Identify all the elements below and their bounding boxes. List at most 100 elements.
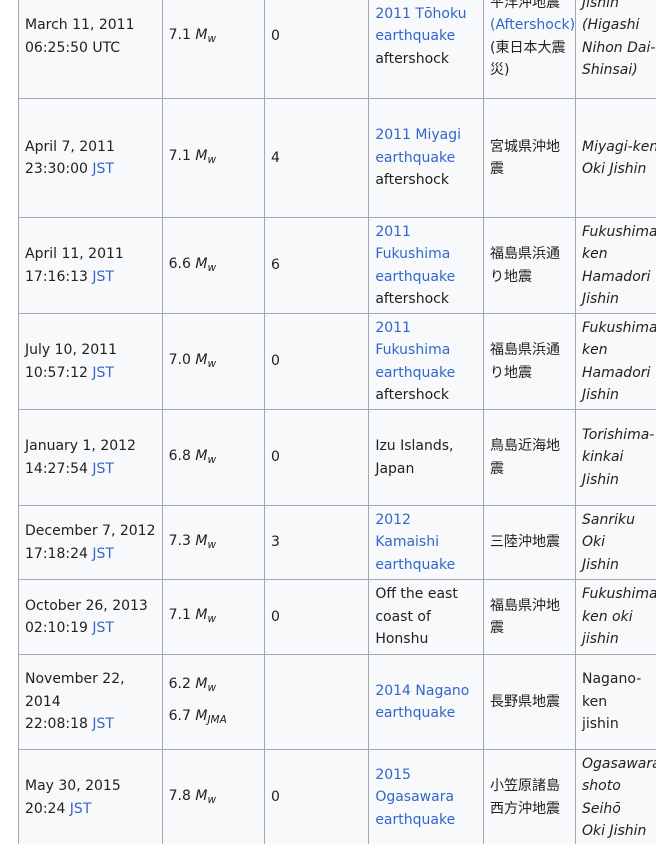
deaths-value: 6 — [270, 257, 280, 274]
deaths-cell: 0 — [263, 579, 370, 655]
magnitude-scale: w — [207, 538, 217, 551]
event-text: Japan — [375, 460, 415, 477]
magnitude-value: 7.3 Mw — [169, 527, 258, 559]
event-link[interactable]: earthquake — [375, 702, 477, 724]
event-link[interactable]: 2011 — [375, 221, 477, 243]
event-cell: 2011 Tōhoku earthquake aftershock — [368, 0, 485, 99]
romaji-text: Nagano-ken — [581, 671, 642, 710]
event-link[interactable]: 2011 Tōhoku — [375, 3, 477, 25]
table-row: November 22, 2014 22:08:18 JST 6.2 Mw 6.7 M… — [18, 654, 656, 750]
deaths-value: 0 — [270, 28, 280, 45]
deaths-cell: 0 — [263, 409, 370, 506]
time-text: 17:16:13 — [25, 268, 93, 285]
romaji-cell: Torishima-kinkai Jishin — [574, 409, 656, 506]
table-row: October 26, 2013 02:10:19 JST 7.1 Mw 0 Off t… — [18, 579, 656, 655]
time-text: 10:57:12 — [25, 364, 93, 381]
japanese-text: り地震 — [490, 268, 533, 285]
romaji-text: Ogasawara- — [581, 755, 656, 772]
event-text: Off the east — [375, 586, 458, 603]
romaji-cell: Fukushima-ken Hamadori Jishin — [574, 217, 656, 314]
event-text: aftershock — [375, 50, 449, 67]
event-cell: Off the east coast of Honshu — [368, 579, 485, 655]
event-link[interactable]: earthquake — [375, 554, 477, 576]
date-time-cell: January 1, 2012 14:27:54 JST — [18, 409, 163, 506]
event-link[interactable]: earthquake — [375, 362, 477, 384]
japanese-name-cell: 福島県沖地震 — [483, 579, 576, 655]
magnitude-scale: w — [207, 357, 217, 370]
event-link[interactable]: Fukushima — [375, 243, 477, 265]
time-line: 06:25:50 UTC — [25, 37, 156, 59]
japanese-text: 災) — [490, 61, 510, 78]
event-text: Honshu — [375, 631, 429, 648]
event-link[interactable]: 2015 — [375, 764, 477, 786]
magnitude-value: 7.0 Mw — [169, 346, 258, 378]
romaji-text: ken Hamadori — [581, 246, 651, 285]
date-text: April 11, 2011 — [25, 246, 124, 263]
deaths-cell: 0 — [263, 0, 370, 99]
romaji-text: Miyagi-ken — [581, 138, 656, 155]
event-link[interactable]: Fukushima — [375, 339, 477, 361]
magnitude-cell: 6.8 Mw — [161, 409, 265, 506]
time-text: 22:08:18 — [25, 716, 93, 733]
date-time-cell: November 22, 2014 22:08:18 JST — [18, 654, 163, 750]
deaths-cell: 0 — [263, 749, 370, 844]
date-time-cell: July 10, 2011 10:57:12 JST — [18, 313, 163, 410]
aftershock-link[interactable]: (Aftershock) — [490, 14, 575, 36]
deaths-value: 0 — [270, 608, 280, 625]
timezone-link[interactable]: JST — [92, 546, 114, 562]
date-text: January 1, 2012 — [25, 438, 136, 455]
table-row: April 7, 2011 23:30:00 JST 7.1 Mw 4 2011 Miy… — [18, 98, 656, 218]
timezone-link[interactable]: JST — [92, 461, 114, 477]
event-link[interactable]: Ogasawara — [375, 786, 477, 808]
deaths-cell: 0 — [263, 313, 370, 410]
event-link[interactable]: 2012 Kamaishi — [375, 509, 477, 554]
deaths-value: 3 — [270, 534, 280, 551]
timezone-link[interactable]: JST — [70, 801, 92, 817]
event-link[interactable]: 2011 Miyagi — [375, 124, 477, 146]
magnitude-cell: 7.1 Mw — [161, 579, 265, 655]
event-cell: 2011 Miyagi earthquake aftershock — [368, 98, 485, 218]
timezone-link[interactable]: JST — [92, 269, 114, 285]
deaths-cell: 6 — [263, 217, 370, 314]
magnitude-value: 7.8 Mw — [169, 782, 258, 814]
timezone-link[interactable]: JST — [92, 716, 114, 732]
date-text: April 7, 2011 — [25, 138, 115, 155]
japanese-name-cell: 長野県地震 — [483, 654, 576, 750]
magnitude-number: 6.2 — [168, 676, 196, 692]
date-text: March 11, 2011 — [25, 17, 135, 34]
magnitude-cell: 7.1 Mw — [161, 0, 265, 99]
japanese-text: 震 — [490, 460, 505, 477]
romaji-text: shoto Seihō — [581, 778, 621, 817]
timezone-link[interactable]: JST — [92, 620, 114, 636]
japanese-name-cell: 宮城県沖地震 — [483, 98, 576, 218]
magnitude-scale: w — [207, 613, 217, 625]
japanese-text: 三陸沖地震 — [490, 534, 561, 551]
magnitude-scale: w — [207, 453, 217, 466]
magnitude-number: 6.8 — [168, 447, 196, 464]
event-link[interactable]: earthquake — [375, 25, 477, 47]
event-text: Izu Islands, — [375, 438, 454, 455]
romaji-cell: Fukushima-ken oki jishin — [574, 579, 656, 655]
event-link[interactable]: earthquake — [375, 147, 477, 169]
date-time-cell: April 7, 2011 23:30:00 JST — [18, 98, 163, 218]
event-link[interactable]: 2011 — [375, 317, 477, 339]
japanese-name-cell: 鳥島近海地震 — [483, 409, 576, 506]
romaji-text: Shinsai) — [581, 61, 638, 78]
japanese-text: 平洋沖地震 — [490, 0, 561, 11]
event-link[interactable]: earthquake — [375, 809, 477, 831]
magnitude-scale: w — [207, 261, 217, 274]
deaths-value: 0 — [270, 353, 280, 370]
time-line: 02:10:19 JST — [25, 617, 156, 639]
magnitude-cell: 7.8 Mw — [161, 749, 265, 844]
date-time-cell: April 11, 2011 17:16:13 JST — [18, 217, 163, 314]
deaths-cell — [263, 654, 370, 750]
timezone-link[interactable]: JST — [92, 365, 114, 381]
event-link[interactable]: 2014 Nagano — [375, 680, 477, 702]
date-text: May 30, 2015 — [25, 778, 121, 795]
romaji-cell: Ogasawara-shoto Seihō Oki Jishin — [574, 749, 656, 844]
magnitude-scale: w — [207, 32, 217, 45]
event-link[interactable]: earthquake — [375, 266, 477, 288]
magnitude-value: 6.6 Mw — [169, 250, 258, 282]
timezone-link[interactable]: JST — [92, 161, 114, 177]
time-line: 20:24 JST — [25, 798, 156, 820]
